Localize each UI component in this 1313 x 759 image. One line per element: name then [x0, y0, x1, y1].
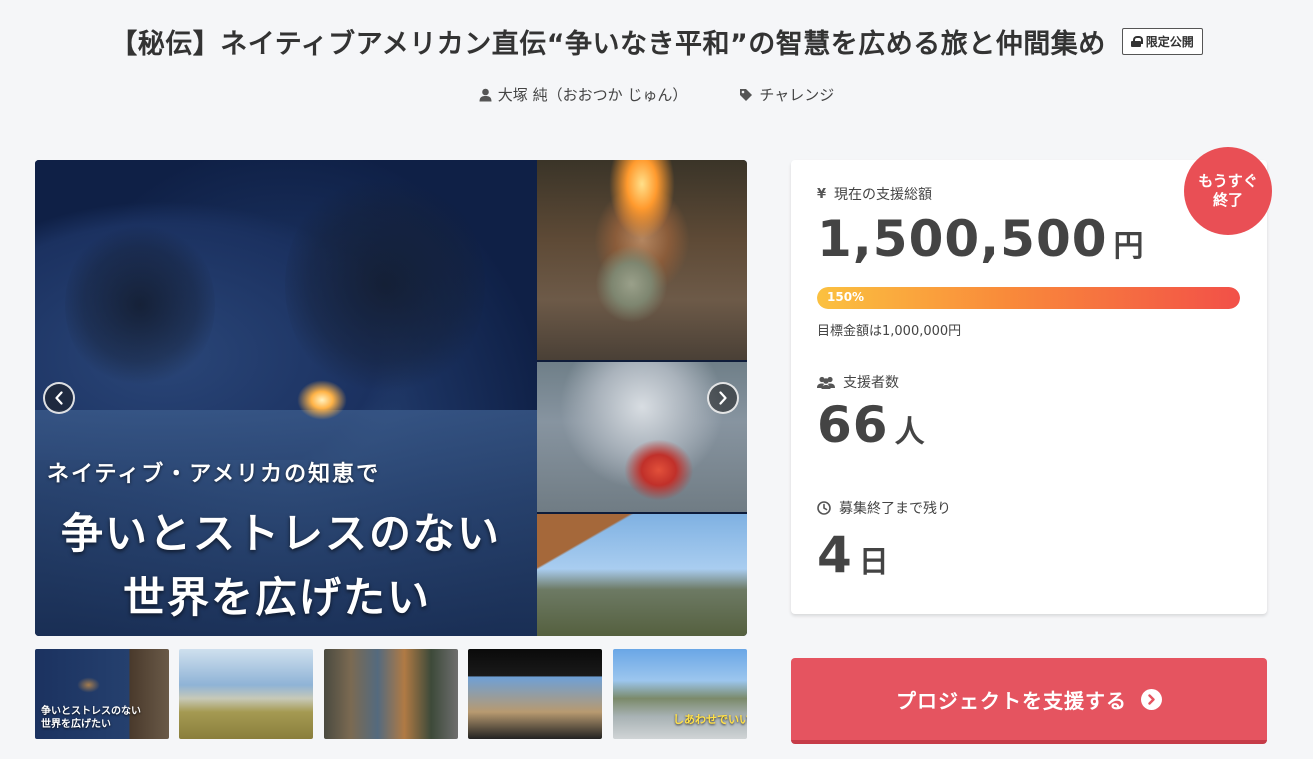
- remaining-label: 募集終了まで残り: [839, 501, 951, 517]
- thumbnail-caption: 争いとストレスのない 世界を広げたい: [41, 706, 141, 730]
- chevron-left-icon: [55, 391, 63, 405]
- thumbnail-4[interactable]: [468, 649, 602, 739]
- chevron-right-icon: [719, 391, 727, 405]
- supporters-unit: 人: [894, 415, 925, 450]
- progress-fill: [817, 287, 1240, 309]
- funding-stats-card: ¥ 現在の支援総額 1,500,500 円 150% 目標金額は1,000,00…: [791, 160, 1267, 614]
- thumbnail-strip: 争いとストレスのない 世界を広げたい しあわせでいい: [35, 649, 747, 739]
- goal-amount-text: 目標金額は1,000,000円: [817, 324, 962, 339]
- people-icon: [817, 376, 835, 389]
- page-title: 【秘伝】ネイティブアメリカン直伝“争いなき平和”の智慧を広める旅と仲間集め: [110, 29, 1106, 60]
- support-button-label: プロジェクトを支援する: [896, 688, 1127, 713]
- fire-glow: [297, 380, 347, 420]
- total-unit: 円: [1113, 229, 1144, 264]
- author-name: 大塚 純（おおつか じゅん）: [497, 86, 688, 104]
- total-amount: 1,500,500 円: [817, 210, 1144, 268]
- title-row: 【秘伝】ネイティブアメリカン直伝“争いなき平和”の智慧を広める旅と仲間集め 限定…: [0, 22, 1313, 61]
- limited-badge-label: 限定公開: [1145, 35, 1194, 49]
- supporters-label: 支援者数: [843, 375, 899, 391]
- supporters-label-row: 支援者数: [817, 372, 899, 392]
- hero-caption-line1: ネイティブ・アメリカの知恵で: [47, 462, 381, 487]
- ending-soon-badge: もうすぐ 終了: [1184, 147, 1272, 235]
- total-label-row: ¥ 現在の支援総額: [817, 184, 932, 204]
- total-label: 現在の支援総額: [834, 187, 933, 203]
- hero-image-carousel[interactable]: ネイティブ・アメリカの知恵で 争いとストレスのない 世界を広げたい: [35, 160, 747, 636]
- carousel-next-button[interactable]: [707, 382, 739, 414]
- remaining-days: 4 日: [817, 526, 889, 584]
- hero-main-photo: ネイティブ・アメリカの知恵で 争いとストレスのない 世界を広げたい: [35, 160, 537, 636]
- tag-icon: [740, 88, 753, 101]
- carousel-prev-button[interactable]: [43, 382, 75, 414]
- thumbnail-caption: しあわせでいい: [673, 713, 747, 726]
- project-page: 【秘伝】ネイティブアメリカン直伝“争いなき平和”の智慧を広める旅と仲間集め 限定…: [0, 0, 1313, 759]
- yen-icon: ¥: [817, 186, 827, 202]
- thumbnail-2[interactable]: [179, 649, 313, 739]
- funding-progress-bar: 150%: [817, 287, 1240, 309]
- supporters-value: 66: [817, 396, 889, 454]
- hero-caption-line2: 争いとストレスのない: [61, 509, 502, 558]
- thumbnail-3[interactable]: [324, 649, 458, 739]
- meta-row: 大塚 純（おおつか じゅん） チャレンジ: [0, 84, 1313, 105]
- person-icon: [479, 88, 492, 101]
- total-value: 1,500,500: [817, 210, 1108, 268]
- thumbnail-1[interactable]: 争いとストレスのない 世界を広げたい: [35, 649, 169, 739]
- photo-campfire: [537, 160, 747, 360]
- remaining-unit: 日: [858, 545, 889, 580]
- category-name: チャレンジ: [759, 86, 835, 104]
- ending-badge-line2: 終了: [1212, 191, 1243, 209]
- limited-badge: 限定公開: [1121, 28, 1203, 55]
- hero-caption-line3: 世界を広げたい: [123, 573, 432, 622]
- lock-icon: [1130, 36, 1143, 47]
- progress-label: 150%: [827, 290, 865, 304]
- chevron-right-circle-icon: [1141, 688, 1162, 710]
- supporters-count: 66 人: [817, 396, 925, 454]
- remaining-label-row: 募集終了まで残り: [817, 498, 951, 518]
- clock-icon: [817, 501, 831, 515]
- ending-badge-line1: もうすぐ: [1198, 172, 1258, 190]
- support-project-button[interactable]: プロジェクトを支援する: [791, 658, 1267, 744]
- thumbnail-5[interactable]: しあわせでいい: [613, 649, 747, 739]
- remaining-value: 4: [817, 526, 853, 584]
- photo-outdoor: [537, 514, 747, 636]
- category-link[interactable]: チャレンジ: [739, 84, 834, 105]
- author-link[interactable]: 大塚 純（おおつか じゅん）: [479, 84, 688, 105]
